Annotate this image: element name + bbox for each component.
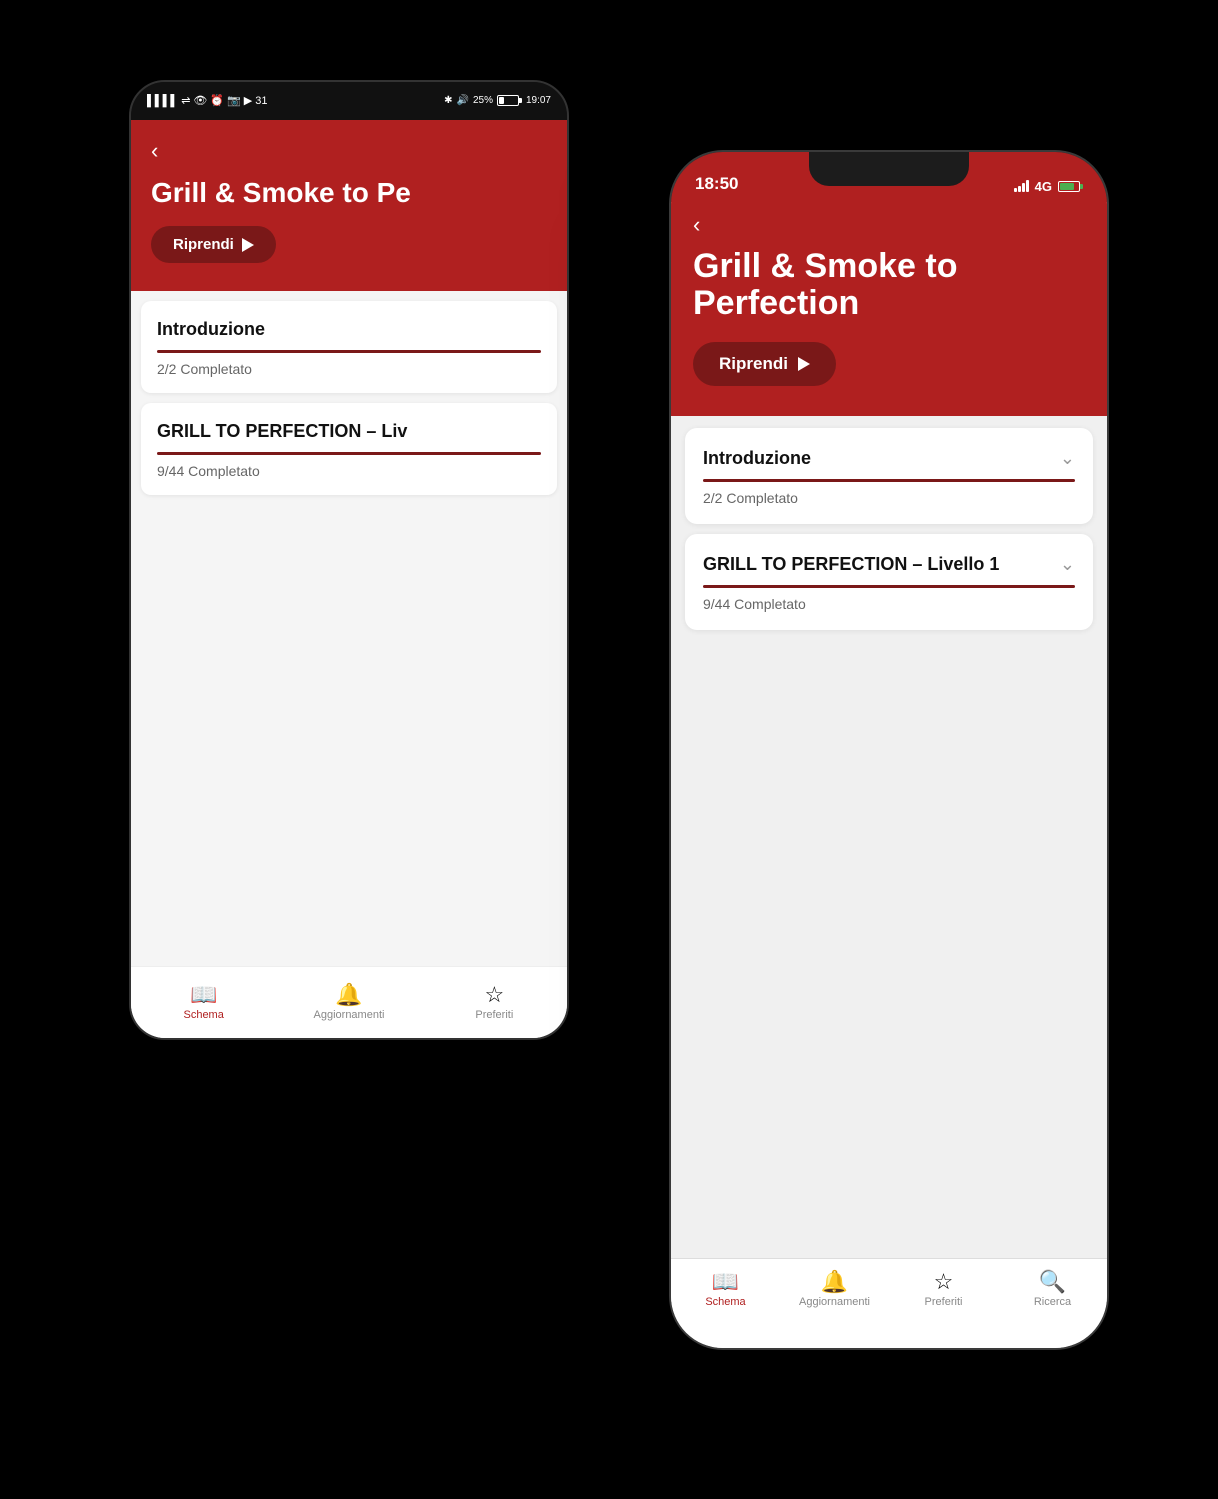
section-title-grill: GRILL TO PERFECTION – Liv [157, 421, 407, 442]
tab-schema-label-android: Schema [183, 1009, 223, 1021]
number-icon: 31 [255, 95, 267, 107]
tab-ricerca-label-iphone: Ricerca [1034, 1296, 1071, 1308]
star-icon-android: ☆ [484, 984, 504, 1006]
battery-percent: 25% [473, 95, 493, 106]
volume-icon: 🔊 [457, 95, 469, 106]
tab-schema-label-iphone: Schema [705, 1296, 745, 1308]
iphone-section-divider-intro [703, 479, 1075, 482]
bluetooth-icon: ✱ [444, 95, 452, 106]
tab-ricerca-iphone[interactable]: 🔍 Ricerca [998, 1271, 1107, 1308]
bell-icon-iphone: 🔔 [821, 1271, 848, 1293]
tab-aggiornamenti-label-iphone: Aggiornamenti [799, 1296, 870, 1308]
android-course-title: Grill & Smoke to Pe [151, 178, 547, 209]
signal-icon: ▌▌▌▌ [147, 95, 178, 107]
iphone-section-title-intro: Introduzione [703, 448, 811, 469]
bell-icon-android: 🔔 [335, 984, 362, 1006]
iphone-section-progress-grill: 9/44 Completato [703, 596, 1075, 612]
alarm-icon: ⏰ [210, 94, 224, 107]
wifi-icon: ⇌ [181, 94, 190, 107]
video-icon: ▶ [244, 94, 252, 107]
tab-preferiti-label-iphone: Preferiti [925, 1296, 963, 1308]
android-status-left: ▌▌▌▌ ⇌ 👁 ⏰ 📷 ▶ 31 [147, 94, 268, 107]
android-content: Introduzione 2/2 Completato GRILL TO PER… [131, 291, 567, 965]
iphone-screen: ‹ Grill & Smoke to Perfection Riprendi I… [671, 202, 1107, 1348]
iphone-resume-button[interactable]: Riprendi [693, 342, 836, 386]
iphone-notch [809, 152, 969, 186]
android-resume-button[interactable]: Riprendi [151, 226, 276, 263]
iphone-content: Introduzione ⌄ 2/2 Completato GRILL TO P… [671, 416, 1107, 1257]
iphone-section-card-intro[interactable]: Introduzione ⌄ 2/2 Completato [685, 428, 1093, 524]
iphone-phone: 18:50 4G ‹ [669, 150, 1109, 1350]
scene: ▌▌▌▌ ⇌ 👁 ⏰ 📷 ▶ 31 ✱ 🔊 25% 19:07 [109, 50, 1109, 1450]
resume-label-android: Riprendi [173, 236, 234, 253]
play-icon-android [242, 238, 254, 252]
iphone-section-title-grill: GRILL TO PERFECTION – Livello 1 [703, 554, 999, 575]
star-icon-iphone: ☆ [934, 1271, 954, 1293]
android-header: ‹ Grill & Smoke to Pe Riprendi [131, 120, 567, 292]
play-icon-iphone [798, 357, 810, 371]
section-card-intro[interactable]: Introduzione 2/2 Completato [141, 301, 557, 393]
android-phone: ▌▌▌▌ ⇌ 👁 ⏰ 📷 ▶ 31 ✱ 🔊 25% 19:07 [129, 80, 569, 1040]
android-screen: ‹ Grill & Smoke to Pe Riprendi Introduzi… [131, 120, 567, 1038]
section-header-grill: GRILL TO PERFECTION – Liv [157, 421, 541, 442]
tab-schema-android[interactable]: 📖 Schema [131, 984, 276, 1021]
tab-preferiti-android[interactable]: ☆ Preferiti [422, 984, 567, 1021]
section-progress-intro: 2/2 Completato [157, 361, 541, 377]
book-icon-iphone: 📖 [712, 1271, 739, 1293]
tab-aggiornamenti-label-android: Aggiornamenti [314, 1009, 385, 1021]
iphone-course-title: Grill & Smoke to Perfection [693, 248, 1085, 323]
tab-aggiornamenti-iphone[interactable]: 🔔 Aggiornamenti [780, 1271, 889, 1308]
signal-bars-icon [1014, 180, 1029, 192]
back-button-android[interactable]: ‹ [151, 138, 547, 164]
tab-aggiornamenti-android[interactable]: 🔔 Aggiornamenti [276, 984, 421, 1021]
battery-icon [497, 95, 522, 106]
time-display: 19:07 [526, 95, 551, 106]
eye-icon: 👁 [193, 94, 207, 107]
iphone-section-card-grill[interactable]: GRILL TO PERFECTION – Livello 1 ⌄ 9/44 C… [685, 534, 1093, 630]
resume-label-iphone: Riprendi [719, 354, 788, 374]
iphone-header: ‹ Grill & Smoke to Perfection Riprendi [671, 202, 1107, 417]
section-card-grill[interactable]: GRILL TO PERFECTION – Liv 9/44 Completat… [141, 403, 557, 495]
tab-preferiti-label-android: Preferiti [475, 1009, 513, 1021]
android-status-right: ✱ 🔊 25% 19:07 [444, 95, 551, 106]
iphone-section-progress-intro: 2/2 Completato [703, 490, 1075, 506]
tab-preferiti-iphone[interactable]: ☆ Preferiti [889, 1271, 998, 1308]
book-icon-android: 📖 [190, 984, 217, 1006]
section-progress-grill: 9/44 Completato [157, 463, 541, 479]
chevron-intro-icon: ⌄ [1060, 448, 1075, 469]
iphone-section-header-intro: Introduzione ⌄ [703, 448, 1075, 469]
iphone-battery-icon [1058, 181, 1083, 192]
back-button-iphone[interactable]: ‹ [693, 212, 1085, 238]
camera-icon: 📷 [227, 94, 241, 107]
section-header-intro: Introduzione [157, 319, 541, 340]
iphone-tab-bar: 📖 Schema 🔔 Aggiornamenti ☆ Preferiti 🔍 R… [671, 1258, 1107, 1348]
android-status-bar: ▌▌▌▌ ⇌ 👁 ⏰ 📷 ▶ 31 ✱ 🔊 25% 19:07 [131, 82, 567, 120]
android-tab-bar: 📖 Schema 🔔 Aggiornamenti ☆ Preferiti [131, 966, 567, 1038]
iphone-status-right: 4G [1014, 179, 1083, 194]
section-divider-grill [157, 452, 541, 455]
iphone-section-header-grill: GRILL TO PERFECTION – Livello 1 ⌄ [703, 554, 1075, 575]
section-divider-intro [157, 350, 541, 353]
network-type: 4G [1035, 179, 1052, 194]
iphone-section-divider-grill [703, 585, 1075, 588]
iphone-time: 18:50 [695, 174, 738, 194]
tab-schema-iphone[interactable]: 📖 Schema [671, 1271, 780, 1308]
search-icon-iphone: 🔍 [1039, 1271, 1066, 1293]
section-title-intro: Introduzione [157, 319, 265, 340]
chevron-grill-icon: ⌄ [1060, 554, 1075, 575]
